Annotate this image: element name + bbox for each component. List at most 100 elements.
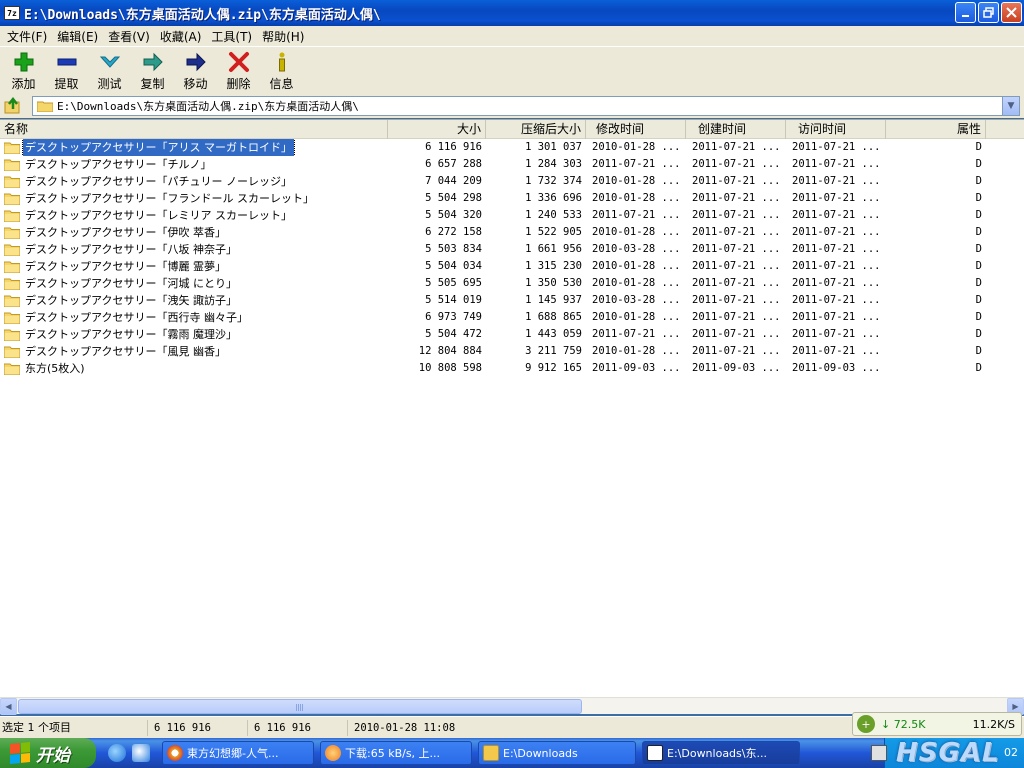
accessed-cell: 2011-07-21 ... bbox=[792, 141, 881, 153]
column-created[interactable]: 创建时间 bbox=[686, 120, 786, 139]
address-dropdown-button[interactable]: ▼ bbox=[1002, 97, 1019, 115]
column-packed-size[interactable]: 压缩后大小 bbox=[486, 120, 586, 139]
app-icon[interactable]: 7z bbox=[4, 6, 20, 20]
scroll-thumb[interactable] bbox=[18, 699, 582, 714]
packed-cell: 1 661 956 bbox=[525, 243, 582, 255]
table-row[interactable]: デスクトップアクセサリー「西行寺 幽々子」 6 973 749 1 688 865 2… bbox=[0, 309, 1024, 326]
name-cell: デスクトップアクセサリー「パチュリー ノーレッジ」 bbox=[4, 173, 384, 190]
file-name: デスクトップアクセサリー「八坂 神奈子」 bbox=[25, 243, 237, 256]
task-explorer[interactable]: E:\Downloads bbox=[478, 741, 636, 765]
column-accessed[interactable]: 访问时间 bbox=[786, 120, 886, 139]
menu-help[interactable]: 帮助(H) bbox=[257, 28, 309, 45]
modified-cell: 2010-01-28 ... bbox=[592, 260, 681, 272]
delete-button[interactable]: 删除 bbox=[217, 47, 260, 93]
modified-cell: 2011-09-03 ... bbox=[592, 362, 681, 374]
test-button[interactable]: 测试 bbox=[88, 47, 131, 93]
created-cell: 2011-07-21 ... bbox=[692, 158, 781, 170]
menu-favorites[interactable]: 收藏(A) bbox=[155, 28, 207, 45]
table-row[interactable]: デスクトップアクセサリー「パチュリー ノーレッジ」 7 044 209 1 732 … bbox=[0, 173, 1024, 190]
table-row[interactable]: デスクトップアクセサリー「霧雨 魔理沙」 5 504 472 1 443 059 20… bbox=[0, 326, 1024, 343]
table-row[interactable]: デスクトップアクセサリー「博麗 霊夢」 5 504 034 1 315 230 201… bbox=[0, 258, 1024, 275]
name-cell: デスクトップアクセサリー「レミリア スカーレット」 bbox=[4, 207, 384, 224]
minimize-icon bbox=[961, 14, 969, 17]
packed-cell: 1 443 059 bbox=[525, 328, 582, 340]
accessed-cell: 2011-07-21 ... bbox=[792, 311, 881, 323]
minimize-button[interactable] bbox=[955, 2, 976, 23]
column-modified[interactable]: 修改时间 bbox=[586, 120, 686, 139]
file-name: デスクトップアクセサリー「風見 幽香」 bbox=[25, 345, 226, 358]
restore-button[interactable] bbox=[978, 2, 999, 23]
move-button[interactable]: 移动 bbox=[174, 47, 217, 93]
modified-cell: 2010-01-28 ... bbox=[592, 175, 681, 187]
add-button[interactable]: 添加 bbox=[2, 47, 45, 93]
info-button[interactable]: 信息 bbox=[260, 47, 303, 93]
size-cell: 5 504 320 bbox=[425, 209, 482, 221]
name-cell: デスクトップアクセサリー「博麗 霊夢」 bbox=[4, 258, 384, 275]
task-7zip[interactable]: E:\Downloads\东... bbox=[642, 741, 800, 765]
modified-cell: 2010-03-28 ... bbox=[592, 294, 681, 306]
column-attributes[interactable]: 属性 bbox=[886, 120, 986, 139]
watermark-text: HSGAL bbox=[896, 738, 1000, 768]
menu-tools[interactable]: 工具(T) bbox=[206, 28, 257, 45]
table-row[interactable]: デスクトップアクセサリー「伊吹 萃香」 6 272 158 1 522 905 201… bbox=[0, 224, 1024, 241]
table-row[interactable]: デスクトップアクセサリー「チルノ」 6 657 288 1 284 303 2011-… bbox=[0, 156, 1024, 173]
folder-icon bbox=[4, 329, 20, 341]
start-button[interactable]: 开始 bbox=[0, 738, 96, 768]
copy-button[interactable]: 复制 bbox=[131, 47, 174, 93]
menu-view[interactable]: 查看(V) bbox=[103, 28, 155, 45]
task-browser[interactable]: 東方幻想郷-人气... bbox=[162, 741, 314, 765]
accessed-cell: 2011-09-03 ... bbox=[792, 362, 881, 374]
packed-cell: 1 301 037 bbox=[525, 141, 582, 153]
table-row[interactable]: デスクトップアクセサリー「八坂 神奈子」 5 503 834 1 661 956 20… bbox=[0, 241, 1024, 258]
close-button[interactable] bbox=[1001, 2, 1022, 23]
name-cell: デスクトップアクセサリー「伊吹 萃香」 bbox=[4, 224, 384, 241]
clock[interactable]: 02 bbox=[1004, 746, 1018, 759]
name-cell: デスクトップアクセサリー「西行寺 幽々子」 bbox=[4, 309, 384, 326]
modified-cell: 2010-01-28 ... bbox=[592, 192, 681, 204]
up-folder-button[interactable] bbox=[4, 97, 22, 115]
file-list: 名称 大小 压缩后大小 修改时间 创建时间 访问时间 属性 デスクトップアクセサ… bbox=[0, 119, 1024, 697]
file-name: デスクトップアクセサリー「アリス マーガトロイド」 bbox=[22, 139, 295, 156]
packed-cell: 1 522 905 bbox=[525, 226, 582, 238]
attr-cell: D bbox=[975, 277, 982, 289]
address-input[interactable]: E:\Downloads\东方桌面活动人偶.zip\东方桌面活动人偶\ ▼ bbox=[32, 96, 1020, 116]
task-explorer-label: E:\Downloads bbox=[503, 746, 578, 760]
7zip-icon bbox=[647, 745, 663, 761]
keyboard-icon[interactable] bbox=[871, 745, 887, 761]
folder-icon bbox=[4, 363, 20, 375]
name-cell: デスクトップアクセサリー「フランドール スカーレット」 bbox=[4, 190, 384, 207]
file-name: デスクトップアクセサリー「霧雨 魔理沙」 bbox=[25, 328, 237, 341]
size-cell: 5 504 034 bbox=[425, 260, 482, 272]
table-row[interactable]: デスクトップアクセサリー「レミリア スカーレット」 5 504 320 1 240 … bbox=[0, 207, 1024, 224]
table-row[interactable]: デスクトップアクセサリー「フランドール スカーレット」 5 504 298 1 33… bbox=[0, 190, 1024, 207]
name-cell: デスクトップアクセサリー「風見 幽香」 bbox=[4, 343, 384, 360]
menu-edit[interactable]: 编辑(E) bbox=[52, 28, 103, 45]
menu-file[interactable]: 文件(F) bbox=[2, 28, 52, 45]
column-name[interactable]: 名称 bbox=[0, 120, 388, 139]
table-row[interactable]: デスクトップアクセサリー「河城 にとり」 5 505 695 1 350 530 20… bbox=[0, 275, 1024, 292]
created-cell: 2011-07-21 ... bbox=[692, 328, 781, 340]
scroll-left-button[interactable]: ◀ bbox=[0, 698, 17, 715]
folder-icon bbox=[4, 210, 20, 222]
extract-button[interactable]: 提取 bbox=[45, 47, 88, 93]
folder-icon bbox=[37, 101, 53, 112]
close-icon bbox=[1006, 7, 1017, 18]
created-cell: 2011-07-21 ... bbox=[692, 345, 781, 357]
table-row[interactable]: 东方(5枚入) 10 808 598 9 912 165 2011-09-03 ...… bbox=[0, 360, 1024, 377]
modified-cell: 2010-01-28 ... bbox=[592, 277, 681, 289]
taskbar: 开始 東方幻想郷-人气... 下载:65 kB/s, 上... E:\Downl… bbox=[0, 738, 1024, 768]
table-row[interactable]: デスクトップアクセサリー「風見 幽香」 12 804 884 3 211 759 20… bbox=[0, 343, 1024, 360]
ie-alt-quicklaunch-icon[interactable] bbox=[132, 744, 150, 762]
ie-quicklaunch-icon[interactable] bbox=[108, 744, 126, 762]
table-row[interactable]: デスクトップアクセサリー「アリス マーガトロイド」 6 116 916 1 301 … bbox=[0, 139, 1024, 156]
created-cell: 2011-07-21 ... bbox=[692, 175, 781, 187]
task-downloader[interactable]: 下载:65 kB/s, 上... bbox=[320, 741, 472, 765]
attr-cell: D bbox=[975, 243, 982, 255]
size-cell: 5 504 298 bbox=[425, 192, 482, 204]
table-row[interactable]: デスクトップアクセサリー「洩矢 諏訪子」 5 514 019 1 145 937 20… bbox=[0, 292, 1024, 309]
file-name: デスクトップアクセサリー「河城 にとり」 bbox=[25, 277, 237, 290]
column-size[interactable]: 大小 bbox=[388, 120, 486, 139]
attr-cell: D bbox=[975, 158, 982, 170]
accessed-cell: 2011-07-21 ... bbox=[792, 260, 881, 272]
test-label: 测试 bbox=[97, 77, 122, 91]
